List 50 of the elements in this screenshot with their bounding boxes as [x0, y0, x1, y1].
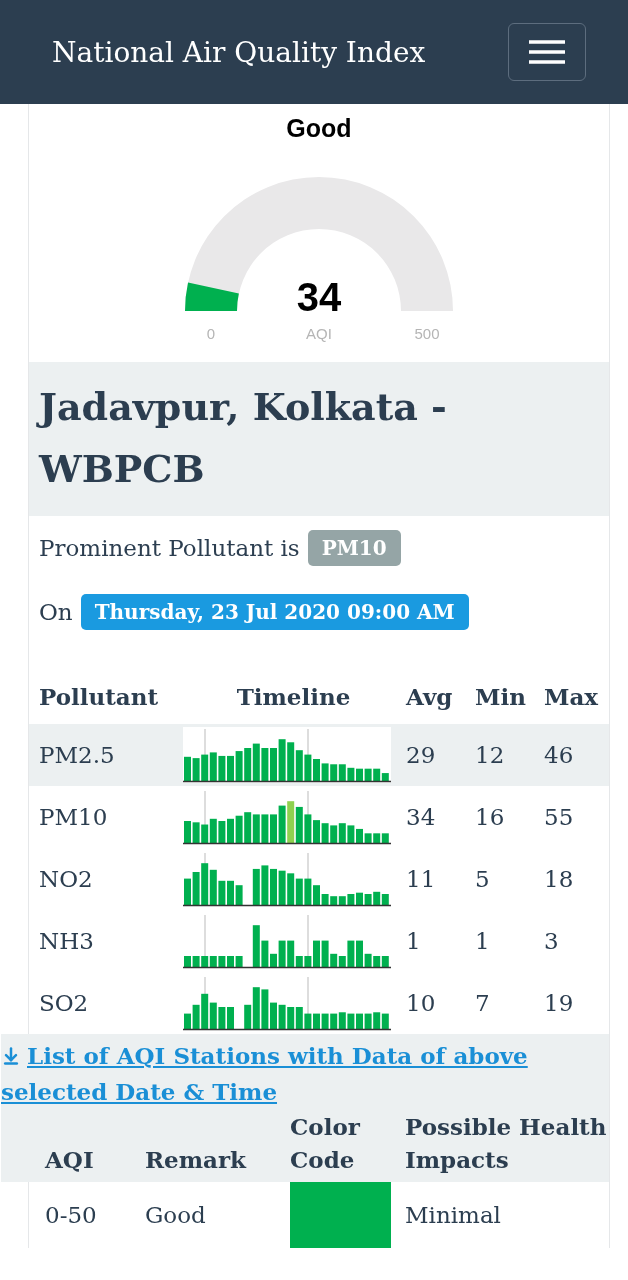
pollutant-name: PM10 [39, 804, 109, 830]
table-cell-text: 5 [475, 866, 491, 892]
site-title: National Air Quality Index [52, 35, 426, 69]
table-cell-text: 18 [544, 866, 575, 892]
table-cell-text: 1 [475, 928, 491, 954]
pollutant-row[interactable]: NH3 1 1 3 [29, 910, 609, 972]
column-header: Possible Health Impacts [405, 1112, 608, 1175]
table-cell-text: 11 [406, 866, 437, 892]
pollutant-row[interactable]: PM10 34 16 55 [29, 786, 609, 848]
table-cell-text: 12 [475, 742, 506, 768]
gauge-min-label: 0 [206, 325, 216, 342]
menu-icon [527, 39, 567, 65]
table-cell-text: 10 [406, 990, 437, 1016]
gauge-unit-label: AQI [306, 325, 332, 342]
pollutant-name: NO2 [39, 866, 94, 892]
menu-button[interactable] [508, 23, 586, 81]
pollutant-name: SO2 [39, 990, 90, 1016]
pollutant-badge: PM10 [307, 530, 401, 566]
pollutant-row[interactable]: NO2 11 5 18 [29, 848, 609, 910]
table-cell-text: Good [145, 1202, 207, 1228]
download-icon [1, 1046, 21, 1066]
table-cell-text: Minimal [405, 1202, 502, 1228]
column-header: Color Code [290, 1112, 361, 1175]
table-cell-text: 7 [475, 990, 491, 1016]
column-header: Avg [406, 682, 454, 710]
column-header: AQI [45, 1145, 95, 1175]
date-badge: Thursday, 23 Jul 2020 09:00 AM [80, 594, 469, 630]
column-header: Min [475, 682, 527, 710]
table-cell-text: 46 [544, 742, 575, 768]
column-header: Pollutant [39, 682, 160, 710]
column-header: Max [544, 682, 600, 710]
date-prefix: On [39, 599, 73, 625]
table-cell-text: 1 [406, 928, 422, 954]
table-cell-text: 29 [406, 742, 437, 768]
pollutant-name: NH3 [39, 928, 95, 954]
column-header: Timeline [235, 682, 352, 710]
prominent-pollutant-label: Prominent Pollutant is [39, 535, 300, 561]
column-header: Remark [145, 1145, 248, 1175]
aqi-value: 34 [296, 275, 342, 319]
aqi-remark: Good [286, 114, 352, 143]
pollutant-name: PM2.5 [39, 742, 116, 768]
table-cell-text: 34 [406, 804, 437, 830]
table-cell-text: 16 [475, 804, 506, 830]
table-cell-text: 3 [544, 928, 560, 954]
table-cell-text: 0-50 [45, 1202, 98, 1228]
table-cell-text: 19 [544, 990, 575, 1016]
pollutant-row[interactable]: PM2.5 29 12 46 [29, 724, 609, 786]
table-cell-text: 55 [544, 804, 575, 830]
gauge-max-label: 500 [414, 325, 440, 342]
pollutant-row[interactable]: SO2 10 7 19 [29, 972, 609, 1034]
